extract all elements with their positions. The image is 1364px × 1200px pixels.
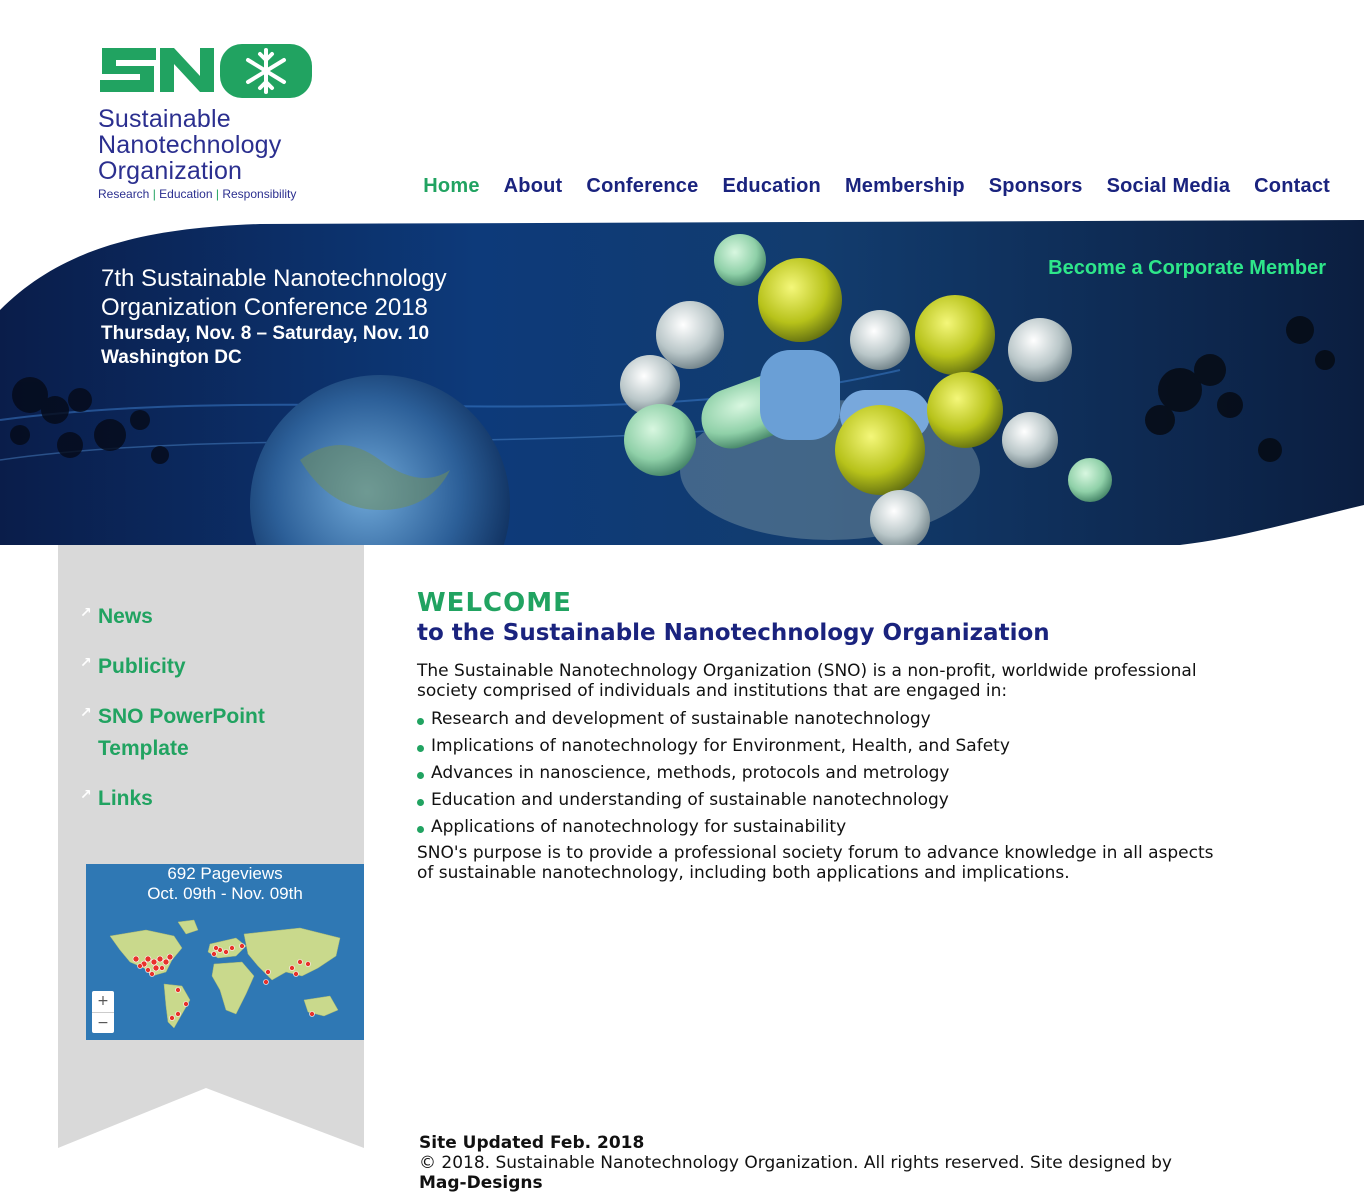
banner-location: Washington DC xyxy=(101,347,242,368)
focus-areas-list: Research and development of sustainable … xyxy=(417,706,1277,841)
sidebar-link-links[interactable]: ↗ Links xyxy=(80,783,340,815)
list-item: Implications of nanotechnology for Envir… xyxy=(417,733,1277,760)
bullet-dot-icon xyxy=(417,744,424,752)
bullet-dot-icon xyxy=(417,717,424,725)
welcome-heading: WELCOME xyxy=(417,588,572,618)
main-nav: Home About Conference Education Membersh… xyxy=(399,175,1330,198)
logo-wordmark: Sustainable Nanotechnology Organization xyxy=(98,106,282,184)
nav-conference[interactable]: Conference xyxy=(586,175,698,198)
arrow-up-right-icon: ↗ xyxy=(80,705,92,721)
list-item-text: Research and development of sustainable … xyxy=(431,709,931,729)
sidebar-link-publicity[interactable]: ↗ Publicity xyxy=(80,651,340,683)
sidebar: ↗ News ↗ Publicity ↗ SNO PowerPoint Temp… xyxy=(58,545,364,1148)
tagline-research: Research xyxy=(98,187,150,201)
logo-name-line-3: Organization xyxy=(98,157,243,185)
intro-paragraph: The Sustainable Nanotechnology Organizat… xyxy=(417,661,1197,701)
bullet-dot-icon xyxy=(417,771,424,779)
nav-about[interactable]: About xyxy=(504,175,563,198)
list-item: Applications of nanotechnology for susta… xyxy=(417,814,1277,841)
sidebar-links: ↗ News ↗ Publicity ↗ SNO PowerPoint Temp… xyxy=(80,601,340,833)
tagline-education: Education xyxy=(159,187,213,201)
list-item: Advances in nanoscience, methods, protoc… xyxy=(417,760,1277,787)
world-map xyxy=(109,919,341,1029)
banner-title-line-2: Organization Conference 2018 xyxy=(101,294,428,321)
arrow-up-right-icon: ↗ xyxy=(80,787,92,803)
tagline-responsibility: Responsibility xyxy=(222,187,297,201)
welcome-subheading: to the Sustainable Nanotechnology Organi… xyxy=(417,620,1050,646)
sidebar-link-label: Links xyxy=(98,787,153,810)
map-zoom-controls: + − xyxy=(92,991,114,1033)
nav-home[interactable]: Home xyxy=(423,175,479,198)
list-item: Research and development of sustainable … xyxy=(417,706,1277,733)
arrow-up-right-icon: ↗ xyxy=(80,605,92,621)
purpose-paragraph: SNO's purpose is to provide a profession… xyxy=(417,843,1214,883)
sno-logo-mark xyxy=(100,44,312,98)
map-zoom-in-button[interactable]: + xyxy=(92,991,114,1012)
site-footer: Site Updated Feb. 2018 © 2018. Sustainab… xyxy=(419,1133,1279,1193)
banner-title-line-1: 7th Sustainable Nanotechnology xyxy=(101,265,447,292)
sidebar-link-news[interactable]: ↗ News xyxy=(80,601,340,633)
list-item-text: Education and understanding of sustainab… xyxy=(431,790,949,810)
bullet-dot-icon xyxy=(417,798,424,806)
nav-education[interactable]: Education xyxy=(722,175,820,198)
arrow-up-right-icon: ↗ xyxy=(80,655,92,671)
logo-tagline: Research | Education | Responsibility xyxy=(98,187,296,201)
nav-social-media[interactable]: Social Media xyxy=(1107,175,1231,198)
list-item: Education and understanding of sustainab… xyxy=(417,787,1277,814)
bullet-dot-icon xyxy=(417,825,424,833)
nav-contact[interactable]: Contact xyxy=(1254,175,1330,198)
logo-name-line-2: Nanotechnology xyxy=(98,131,282,159)
designer-credit-link[interactable]: Mag-Designs xyxy=(419,1173,1279,1193)
banner-dates: Thursday, Nov. 8 – Saturday, Nov. 10 xyxy=(101,323,430,344)
tagline-separator-1: | xyxy=(149,187,160,201)
map-zoom-out-button[interactable]: − xyxy=(92,1012,114,1033)
visitor-map-widget[interactable]: 692 Pageviews Oct. 09th - Nov. 09th + − xyxy=(86,864,364,1040)
logo-name-line-1: Sustainable xyxy=(98,105,231,133)
list-item-text: Applications of nanotechnology for susta… xyxy=(431,817,847,837)
copyright-text: © 2018. Sustainable Nanotechnology Organ… xyxy=(419,1153,1172,1173)
banner-caption: 7th Sustainable Nanotechnology Organizat… xyxy=(101,264,447,370)
list-item-text: Advances in nanoscience, methods, protoc… xyxy=(431,763,950,783)
list-item-text: Implications of nanotechnology for Envir… xyxy=(431,736,1010,756)
sidebar-link-label: Publicity xyxy=(98,655,186,678)
main-content: WELCOME to the Sustainable Nanotechnolog… xyxy=(417,588,1277,883)
sidebar-link-powerpoint-template[interactable]: ↗ SNO PowerPoint Template xyxy=(80,701,340,765)
nav-sponsors[interactable]: Sponsors xyxy=(989,175,1083,198)
become-corporate-member-link[interactable]: Become a Corporate Member xyxy=(1048,257,1326,280)
site-updated-note: Site Updated Feb. 2018 xyxy=(419,1133,645,1153)
sidebar-link-label: SNO PowerPoint Template xyxy=(98,705,265,760)
tagline-separator-2: | xyxy=(212,187,223,201)
site-logo[interactable]: Sustainable Nanotechnology Organization … xyxy=(96,40,326,205)
conference-banner[interactable]: 7th Sustainable Nanotechnology Organizat… xyxy=(0,220,1364,545)
sidebar-link-label: News xyxy=(98,605,153,628)
nav-membership[interactable]: Membership xyxy=(845,175,965,198)
